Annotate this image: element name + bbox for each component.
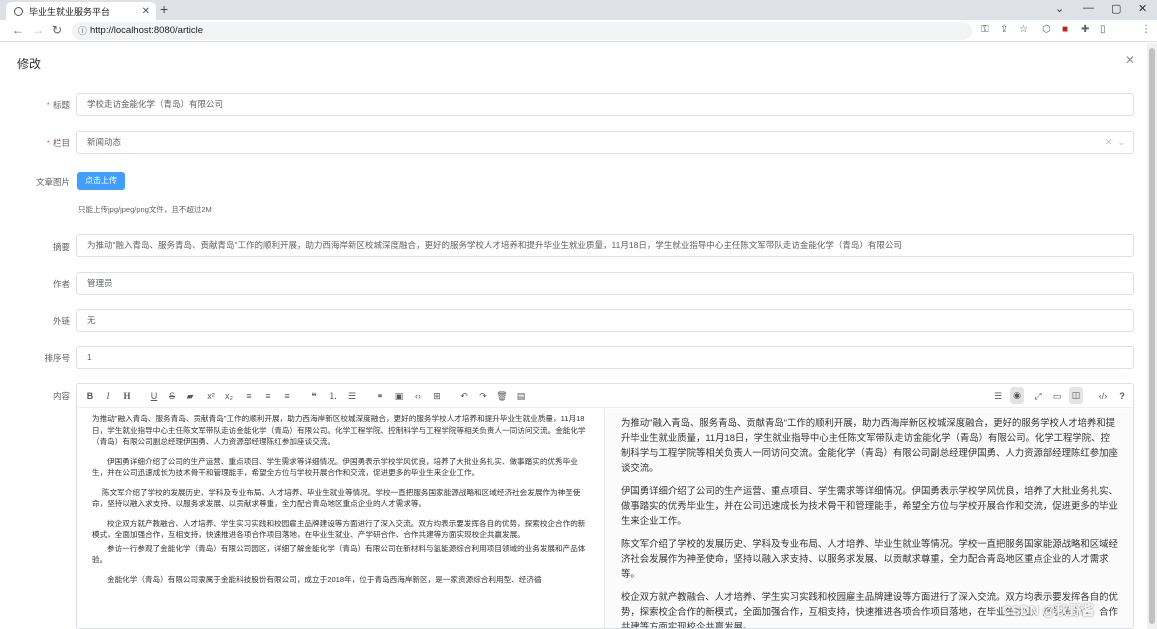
source-paragraph: 金能化学（青岛）有限公司隶属于金能科技股份有限公司，成立于2018年，位于青岛西… <box>107 574 542 584</box>
key-icon[interactable]: ⚿ <box>981 24 989 35</box>
unordered-list-icon[interactable]: ☰ <box>345 384 359 408</box>
browser-tab[interactable]: 毕业生就业服务平台 ✕ <box>6 2 156 20</box>
upload-tip: 只能上传jpg/jpeg/png文件，且不超过2M <box>78 205 212 214</box>
strikethrough-icon[interactable]: S <box>165 384 179 408</box>
sidebar-icon[interactable]: ▯ <box>1100 24 1106 35</box>
author-input[interactable]: 管理员 <box>76 272 1134 295</box>
order-label: 排序号 <box>44 353 70 363</box>
superscript-icon[interactable]: x² <box>204 384 218 408</box>
bookmark-star-icon[interactable]: ☆ <box>1019 24 1028 35</box>
close-icon[interactable]: ✕ <box>1125 53 1135 67</box>
link-input[interactable]: 无 <box>76 309 1134 332</box>
content-label: 内容 <box>52 391 70 401</box>
help-icon[interactable]: ? <box>1115 384 1129 408</box>
tab-close-icon[interactable]: ✕ <box>142 6 150 17</box>
source-paragraph: 陈文军介绍了学校的发展历史、学科及专业布局、人才培养、毕业生就业等情况。学校一直… <box>92 487 581 509</box>
extension-red-icon[interactable]: ■ <box>1062 24 1068 35</box>
edit-dialog: 修改 ✕ * 标题 学校走访金能化学（青岛）有限公司 * 栏目 新闻动态 ✕ ⌄ 文… <box>0 43 1147 629</box>
title-input[interactable]: 学校走访金能化学（青岛）有限公司 <box>76 93 1134 116</box>
clear-chevron-icon[interactable]: ✕ ⌄ <box>1105 132 1125 153</box>
source-paragraph: 参访一行参观了金能化学（青岛）有限公司园区，详细了解金能化学（青岛）有限公司在新… <box>92 543 586 565</box>
save-icon[interactable]: ▤ <box>514 384 528 408</box>
title-label: * 标题 <box>46 100 70 110</box>
link-icon[interactable]: ⚭ <box>373 384 387 408</box>
preview-toggle-icon[interactable]: ◉ <box>1010 387 1024 404</box>
column-label: * 栏目 <box>46 138 70 148</box>
fullscreen-icon[interactable]: ⤢ <box>1031 384 1045 408</box>
url-field[interactable]: ⓘ http://localhost:8080/article <box>72 22 972 40</box>
editor-source-pane[interactable]: 为推动"融入青岛、服务青岛、贡献青岛"工作的顺利开展，助力西海岸新区校城深度融合… <box>77 409 605 628</box>
table-icon[interactable]: ⊞ <box>430 384 444 408</box>
author-label: 作者 <box>52 279 70 289</box>
summary-input[interactable]: 为推动"融入青岛、服务青岛、贡献青岛"工作的顺利开展，助力西海岸新区校城深度融合… <box>76 234 1134 257</box>
image-icon[interactable]: ▣ <box>392 384 406 408</box>
markdown-editor: B I H U S ▰ x² x₂ ≡ ≡ ≡ ❝ ⒈ ☰ ⚭ ▣ ‹› ⊞ ↶… <box>76 383 1134 629</box>
nav-toggle-icon[interactable]: ☰ <box>991 384 1005 408</box>
align-right-icon[interactable]: ≡ <box>280 384 294 408</box>
reload-icon[interactable]: ↻ <box>52 23 62 37</box>
restore-icon[interactable]: ▢ <box>1111 2 1121 15</box>
back-icon[interactable]: ← <box>12 23 24 37</box>
extensions-puzzle-icon[interactable]: ✚ <box>1081 24 1089 35</box>
watermark: CSDN @秋野酱 <box>1002 603 1095 618</box>
url-text: http://localhost:8080/article <box>90 25 204 36</box>
window-close-icon[interactable]: ✕ <box>1138 2 1147 15</box>
column-select[interactable]: 新闻动态 ✕ ⌄ <box>76 131 1134 154</box>
source-paragraph: 校企双方就产教融合、人才培养、学生实习实践和校园雇主品牌建设等方面进行了深入交流… <box>92 518 586 540</box>
preview-paragraph: 为推动"融入青岛、服务青岛、贡献青岛"工作的顺利开展，助力西海岸新区校城深度融合… <box>621 417 1118 473</box>
undo-icon[interactable]: ↶ <box>457 384 471 408</box>
source-paragraph: 伊国勇详细介绍了公司的生产运营、重点项目、学生需求等详细情况。伊国勇表示学校学风… <box>92 456 578 478</box>
underline-icon[interactable]: U <box>147 384 161 408</box>
column-selected-value: 新闻动态 <box>87 137 122 147</box>
new-tab-icon[interactable]: + <box>160 1 168 17</box>
italic-icon[interactable]: I <box>101 384 115 408</box>
read-mode-icon[interactable]: ▭ <box>1050 384 1064 408</box>
order-input[interactable]: 1 <box>76 346 1134 369</box>
browser-tab-strip: 毕业生就业服务平台 ✕ + ⌄ — ▢ ✕ <box>0 0 1157 20</box>
address-bar-row: ← → ↻ ⓘ http://localhost:8080/article ⚿ … <box>0 20 1157 58</box>
info-icon[interactable]: ⓘ <box>78 22 87 40</box>
image-label: 文章图片 <box>35 177 70 187</box>
extension-shield-icon[interactable]: ⬡ <box>1042 24 1051 35</box>
globe-icon <box>14 6 23 16</box>
html-code-icon[interactable]: ‹/› <box>1096 384 1110 408</box>
redo-icon[interactable]: ↷ <box>476 384 490 408</box>
ordered-list-icon[interactable]: ⒈ <box>326 384 340 408</box>
editor-toolbar: B I H U S ▰ x² x₂ ≡ ≡ ≡ ❝ ⒈ ☰ ⚭ ▣ ‹› ⊞ ↶… <box>77 384 1133 408</box>
preview-paragraph: 伊国勇详细介绍了公司的生产运营、重点项目、学生需求等详细情况。伊国勇表示学校学风… <box>621 485 1118 526</box>
heading-icon[interactable]: H <box>120 384 134 408</box>
editor-preview-pane: 为推动"融入青岛、服务青岛、贡献青岛"工作的顺利开展，助力西海岸新区校城深度融合… <box>606 409 1133 628</box>
split-view-icon[interactable]: ◫ <box>1069 387 1083 404</box>
tab-search-icon[interactable]: ⌄ <box>1055 2 1064 15</box>
code-icon[interactable]: ‹› <box>411 384 425 408</box>
quote-icon[interactable]: ❝ <box>307 384 321 408</box>
link-label: 外链 <box>52 316 70 326</box>
summary-label: 摘要 <box>52 242 70 252</box>
share-icon[interactable]: ⇪ <box>1000 24 1008 35</box>
align-left-icon[interactable]: ≡ <box>242 384 256 408</box>
page-scrollbar-thumb[interactable] <box>1149 48 1155 624</box>
dialog-title: 修改 <box>17 57 42 71</box>
tab-title: 毕业生就业服务平台 <box>29 6 111 17</box>
forward-icon[interactable]: → <box>32 23 44 37</box>
mark-icon[interactable]: ▰ <box>183 384 197 408</box>
trash-icon[interactable]: 🗑 <box>495 384 509 408</box>
minimize-icon[interactable]: — <box>1083 2 1094 14</box>
menu-dots-icon[interactable]: ⋮ <box>1141 24 1151 35</box>
bold-icon[interactable]: B <box>83 384 97 408</box>
upload-button[interactable]: 点击上传 <box>77 172 125 190</box>
preview-paragraph: 陈文军介绍了学校的发展历史、学科及专业布局、人才培养、毕业生就业等情况。学校一直… <box>621 538 1118 579</box>
align-center-icon[interactable]: ≡ <box>261 384 275 408</box>
source-paragraph: 为推动"融入青岛、服务青岛、贡献青岛"工作的顺利开展，助力西海岸新区校城深度融合… <box>92 414 586 446</box>
subscript-icon[interactable]: x₂ <box>222 384 236 408</box>
